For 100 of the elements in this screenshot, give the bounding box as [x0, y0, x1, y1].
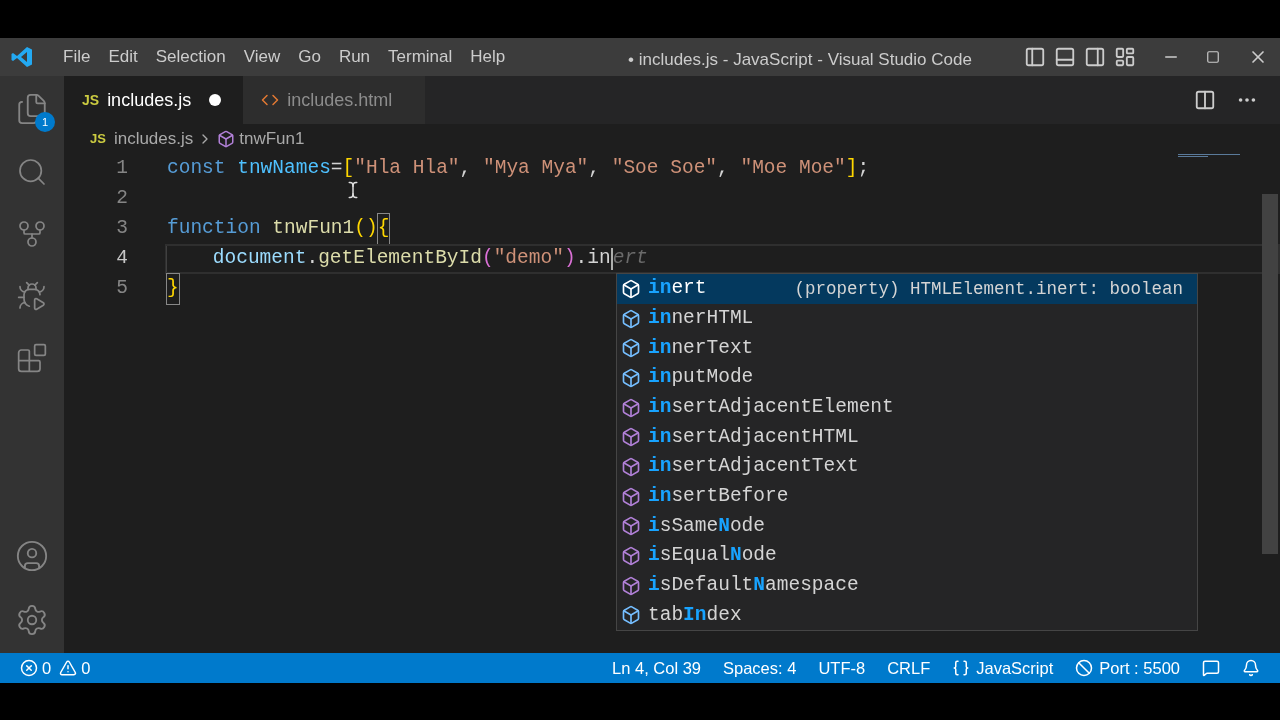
warning-icon [59, 659, 78, 677]
code-token: = [330, 156, 343, 182]
menu-item[interactable]: Go [289, 42, 330, 72]
suggestion-item[interactable]: isSameNode [617, 511, 1197, 542]
split-editor-icon[interactable] [1194, 89, 1216, 111]
code-token: "Soe Soe" [611, 156, 718, 182]
ban-icon [1075, 659, 1094, 677]
js-file-icon: JS [90, 129, 106, 149]
source-control-icon[interactable] [16, 218, 48, 250]
settings-icon[interactable] [15, 603, 49, 637]
status-item[interactable]: UTF-8 [818, 655, 866, 681]
menu-item[interactable]: Help [461, 42, 515, 72]
editor-tab[interactable]: JS includes.js [64, 76, 244, 124]
menu-item[interactable]: Selection [146, 42, 235, 72]
code-token: "demo" [493, 246, 564, 272]
breadcrumb-item[interactable]: tnwFun1 [239, 126, 305, 152]
suggestion-item[interactable]: inputMode [617, 363, 1197, 393]
suggestion-item[interactable]: innerHTML [617, 303, 1197, 334]
status-item[interactable]: Ln 4, Col 39 [612, 655, 701, 681]
code-token: document [212, 246, 307, 272]
braces-icon [952, 659, 971, 677]
menu-item[interactable]: File [54, 42, 100, 72]
secondary-sidebar-toggle-icon[interactable] [1084, 46, 1106, 68]
code-token: tnwFun1 [272, 216, 355, 242]
cube-icon [621, 338, 641, 359]
code-token: tnwNames [237, 156, 331, 182]
cube-icon [621, 278, 641, 299]
cube-icon [621, 605, 641, 626]
cube-icon [621, 456, 641, 477]
line-number: 5 [115, 276, 128, 302]
suggestion-item[interactable]: insertAdjacentText [617, 452, 1197, 482]
maximize-icon[interactable] [1206, 50, 1220, 64]
suggestion-item[interactable]: isEqualNode [617, 541, 1197, 571]
scrollbar-thumb[interactable] [1262, 194, 1278, 554]
suggestion-item[interactable]: insertBefore [617, 481, 1197, 512]
code-token: getElementById [318, 246, 482, 272]
code-token: , [717, 156, 730, 182]
breadcrumb-item[interactable]: includes.js [113, 126, 194, 152]
layout-icon[interactable] [1114, 46, 1136, 68]
status-item[interactable]: CRLF [887, 655, 931, 681]
code-token: [ [342, 156, 355, 182]
code-token: "Hla Hla" [354, 156, 460, 182]
code-token: () [354, 216, 378, 242]
menu-item[interactable]: View [234, 42, 290, 72]
notification-badge: 1 [35, 112, 55, 132]
code-token: ] [845, 156, 858, 182]
suggestion-item[interactable]: tabIndex [617, 600, 1197, 631]
extensions-icon[interactable] [16, 342, 48, 374]
panel-toggle-icon[interactable] [1054, 46, 1076, 68]
account-icon[interactable] [15, 539, 49, 573]
code-token: , [459, 156, 473, 182]
status-item[interactable]: Port : 5500 [1075, 655, 1180, 681]
cube-icon [621, 308, 641, 329]
editor-tab[interactable]: includes.html [243, 76, 426, 124]
suggestion-item[interactable]: inert (property) HTMLElement.inert: boolean [617, 274, 1197, 304]
cube-icon [217, 130, 236, 148]
cube-icon [621, 575, 641, 596]
menu-item[interactable]: Terminal [379, 42, 462, 72]
explorer-icon[interactable] [15, 92, 49, 126]
suggestion-item[interactable]: insertAdjacentElement [617, 392, 1197, 423]
text-cursor [610, 248, 613, 270]
menu-item[interactable]: Edit [99, 42, 147, 72]
code-token: const [167, 156, 227, 182]
code-token: { [377, 214, 390, 244]
code-token: "Mya Mya" [483, 156, 589, 182]
line-number: 2 [115, 186, 128, 212]
cube-icon [621, 427, 641, 448]
sidebar-toggle-icon[interactable] [1024, 46, 1046, 68]
run-debug-icon[interactable] [16, 280, 48, 312]
minimap [1178, 154, 1240, 160]
window-title: • includes.js - JavaScript - Visual Studio Code [628, 49, 972, 71]
cube-icon [621, 486, 641, 507]
menu-item[interactable]: Run [329, 42, 380, 72]
code-token: ( [481, 246, 494, 272]
code-token: ; [857, 156, 870, 182]
cube-icon [621, 546, 641, 567]
inline-suggestion: ert [612, 246, 648, 272]
code-token: ) [563, 246, 576, 272]
problems-button[interactable]: 0 0 [20, 655, 91, 681]
app-logo-icon [10, 45, 34, 69]
status-item[interactable]: JavaScript [952, 655, 1054, 681]
suggestion-item[interactable]: isDefaultNamespace [617, 570, 1197, 601]
cube-icon [621, 397, 641, 418]
code-token: .in [575, 246, 611, 272]
search-icon[interactable] [16, 156, 48, 188]
feedback-icon[interactable] [1202, 659, 1220, 677]
code-token: "Moe Moe" [740, 156, 846, 182]
suggestion-item[interactable]: insertAdjacentHTML [617, 422, 1197, 453]
code-token: function [167, 216, 262, 242]
cube-icon [621, 516, 641, 537]
cube-icon [621, 367, 641, 388]
notifications-icon[interactable] [1242, 659, 1260, 677]
error-icon [20, 659, 38, 677]
line-number: 1 [115, 156, 128, 182]
js-file-icon: JS [82, 89, 100, 111]
code-token: , [588, 156, 601, 182]
line-number: 3 [115, 216, 128, 242]
status-item[interactable]: Spaces: 4 [723, 655, 797, 681]
suggestion-detail: (property) HTMLElement.inert: boolean [794, 277, 1183, 301]
suggestion-item[interactable]: innerText [617, 333, 1197, 364]
